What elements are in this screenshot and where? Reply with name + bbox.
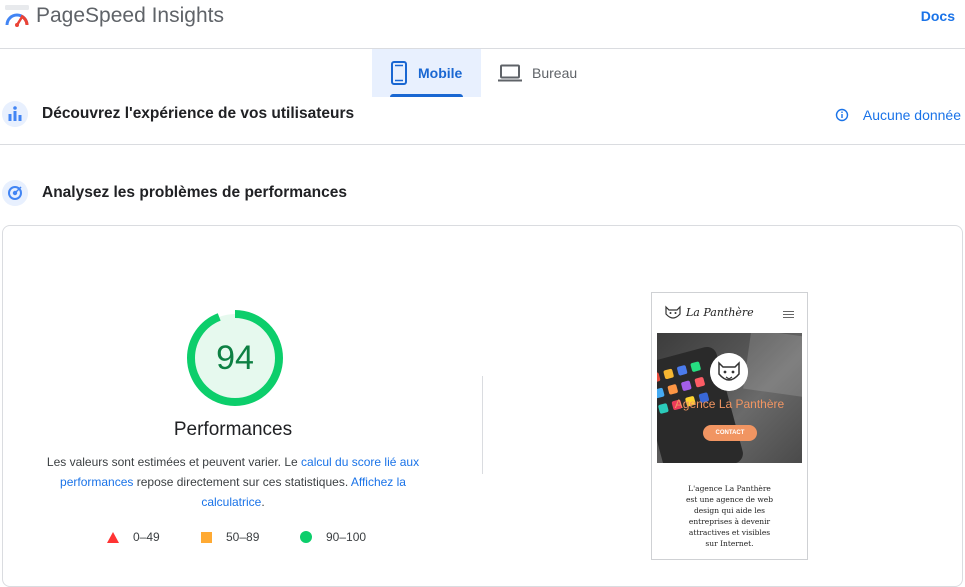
legend-item-pass: 90–100: [300, 530, 366, 544]
tab-mobile-label: Mobile: [418, 65, 463, 81]
screenshot-navbar: La Panthère: [652, 293, 807, 333]
tab-desktop[interactable]: Bureau: [486, 49, 586, 97]
docs-link[interactable]: Docs: [921, 8, 955, 24]
legend-label-fail: 0–49: [133, 530, 160, 544]
panther-badge-icon: [710, 353, 748, 391]
app-title: PageSpeed Insights: [36, 4, 224, 27]
page-screenshot: La Panthère Agence La Panthère CONTACT L…: [651, 292, 808, 560]
hero-paper-decoration: [743, 333, 802, 397]
legend-label-average: 50–89: [226, 530, 260, 544]
performance-description: Les valeurs sont estimées et peuvent var…: [33, 452, 433, 512]
menu-icon: [783, 311, 794, 320]
users-experience-icon: [2, 101, 28, 127]
laptop-icon: [498, 64, 522, 82]
body-line: L'agence La Panthère: [688, 484, 771, 493]
body-line: sur Internet.: [705, 539, 754, 548]
no-data-label: Aucune donnée: [862, 107, 961, 123]
no-data-link[interactable]: Aucune donnée: [835, 107, 961, 123]
desc-text-2: repose directement sur ces statistiques.: [133, 475, 351, 489]
screenshot-hero: Agence La Panthère CONTACT: [657, 333, 802, 463]
body-line: design qui aide les: [693, 506, 766, 515]
screenshot-brand: La Panthère: [686, 306, 754, 319]
smartphone-icon: [391, 61, 407, 85]
performance-diagnostic-icon: [2, 180, 28, 206]
field-data-title: Découvrez l'expérience de vos utilisateu…: [42, 105, 355, 122]
desc-text-1: Les valeurs sont estimées et peuvent var…: [46, 455, 302, 469]
body-line: attractives et visibles: [688, 528, 771, 537]
field-data-section: Découvrez l'expérience de vos utilisateu…: [0, 97, 965, 145]
hero-contact-button: CONTACT: [703, 425, 757, 441]
hero-title: Agence La Panthère: [674, 397, 785, 411]
red-triangle-icon: [107, 531, 119, 543]
performance-card: 94 Performances Les valeurs sont estimée…: [2, 225, 963, 587]
green-circle-icon: [300, 531, 312, 543]
tab-desktop-label: Bureau: [532, 65, 578, 81]
body-line: est une agence de web: [685, 495, 773, 504]
lab-data-title: Analysez les problèmes de performances: [42, 184, 347, 201]
info-icon: [835, 108, 849, 122]
performance-score: 94: [216, 339, 254, 377]
app-header: PageSpeed Insights Docs: [0, 0, 965, 49]
orange-square-icon: [201, 531, 212, 543]
legend-item-average: 50–89: [201, 530, 259, 544]
lab-data-section: Analysez les problèmes de performances: [0, 176, 965, 212]
tab-mobile[interactable]: Mobile: [372, 49, 481, 97]
body-line: entreprises à devenir: [688, 517, 771, 526]
panther-logo-icon: [665, 305, 681, 319]
pagespeed-logo-icon: [5, 5, 29, 27]
legend-item-fail: 0–49: [107, 530, 160, 544]
screenshot-body-text: L'agence La Panthère est une agence de w…: [652, 483, 807, 549]
desc-text-3: .: [261, 495, 265, 509]
legend-label-pass: 90–100: [326, 530, 367, 544]
card-divider: [482, 376, 483, 474]
performance-title: Performances: [173, 419, 293, 440]
